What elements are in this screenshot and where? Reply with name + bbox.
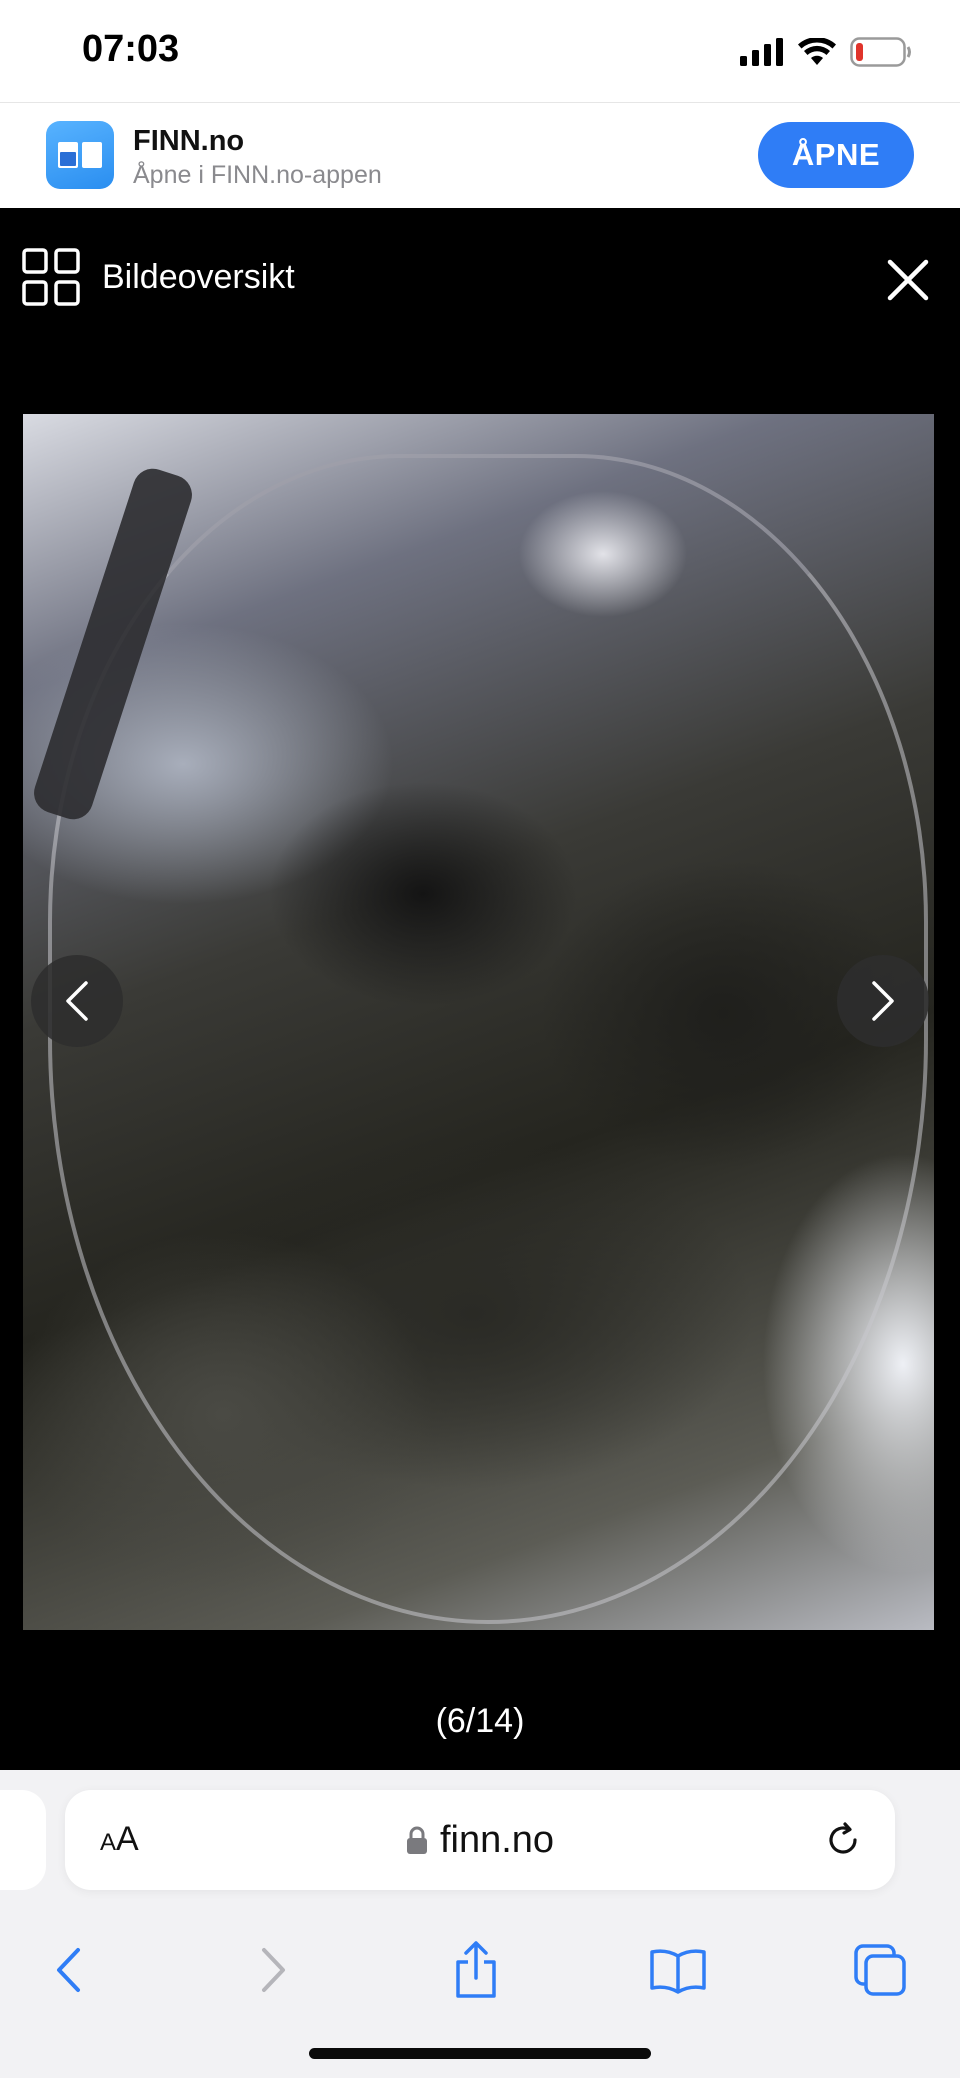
- forward-button[interactable]: [234, 1930, 314, 2010]
- url-text: finn.no: [439, 1818, 555, 1861]
- status-icons: [740, 34, 912, 70]
- previous-tab-peek[interactable]: [0, 1790, 46, 1890]
- previous-image-button[interactable]: [31, 955, 123, 1047]
- app-banner-title: FINN.no: [133, 125, 245, 157]
- app-banner: FINN.no Åpne i FINN.no-appen ÅPNE: [0, 102, 960, 208]
- tabs-icon: [854, 1944, 906, 1996]
- share-icon: [456, 1941, 496, 1998]
- address-bar[interactable]: AA finn.no: [65, 1790, 895, 1890]
- forward-icon: [262, 1948, 285, 1992]
- next-image-button[interactable]: [837, 955, 929, 1047]
- back-icon: [57, 1948, 80, 1992]
- close-icon[interactable]: [886, 258, 930, 302]
- image-overview-button[interactable]: Bildeoversikt: [22, 248, 295, 306]
- url-display[interactable]: finn.no: [65, 1790, 895, 1890]
- photo-bag-zipper: [48, 454, 928, 1624]
- chevron-right-icon: [872, 981, 894, 1021]
- tabs-button[interactable]: [840, 1930, 920, 2010]
- status-bar: 07:03: [0, 0, 960, 102]
- back-button[interactable]: [28, 1930, 108, 2010]
- image-gallery: Bildeoversikt (6/14): [0, 208, 960, 1770]
- chevron-left-icon: [66, 981, 88, 1021]
- open-app-button[interactable]: ÅPNE: [758, 122, 914, 188]
- home-indicator: [309, 2048, 651, 2059]
- share-button[interactable]: [436, 1930, 516, 2010]
- image-overview-label: Bildeoversikt: [102, 257, 295, 296]
- app-banner-subtitle: Åpne i FINN.no-appen: [133, 161, 382, 189]
- reload-icon[interactable]: [821, 1818, 865, 1862]
- image-counter: (6/14): [435, 1702, 525, 1740]
- gallery-photo: [23, 414, 934, 1630]
- status-time: 07:03: [82, 28, 180, 70]
- wifi-icon: [798, 38, 836, 65]
- finn-app-icon: [46, 121, 114, 189]
- signal-icon: [740, 38, 783, 66]
- lock-icon: [406, 1826, 427, 1854]
- browser-bottom-bar: AA finn.no: [0, 1770, 960, 2078]
- browser-toolbar: [0, 1920, 960, 2020]
- bookmarks-icon: [650, 1949, 706, 1994]
- battery-icon: [850, 37, 911, 67]
- bookmarks-button[interactable]: [638, 1930, 718, 2010]
- grid-icon: [22, 248, 80, 306]
